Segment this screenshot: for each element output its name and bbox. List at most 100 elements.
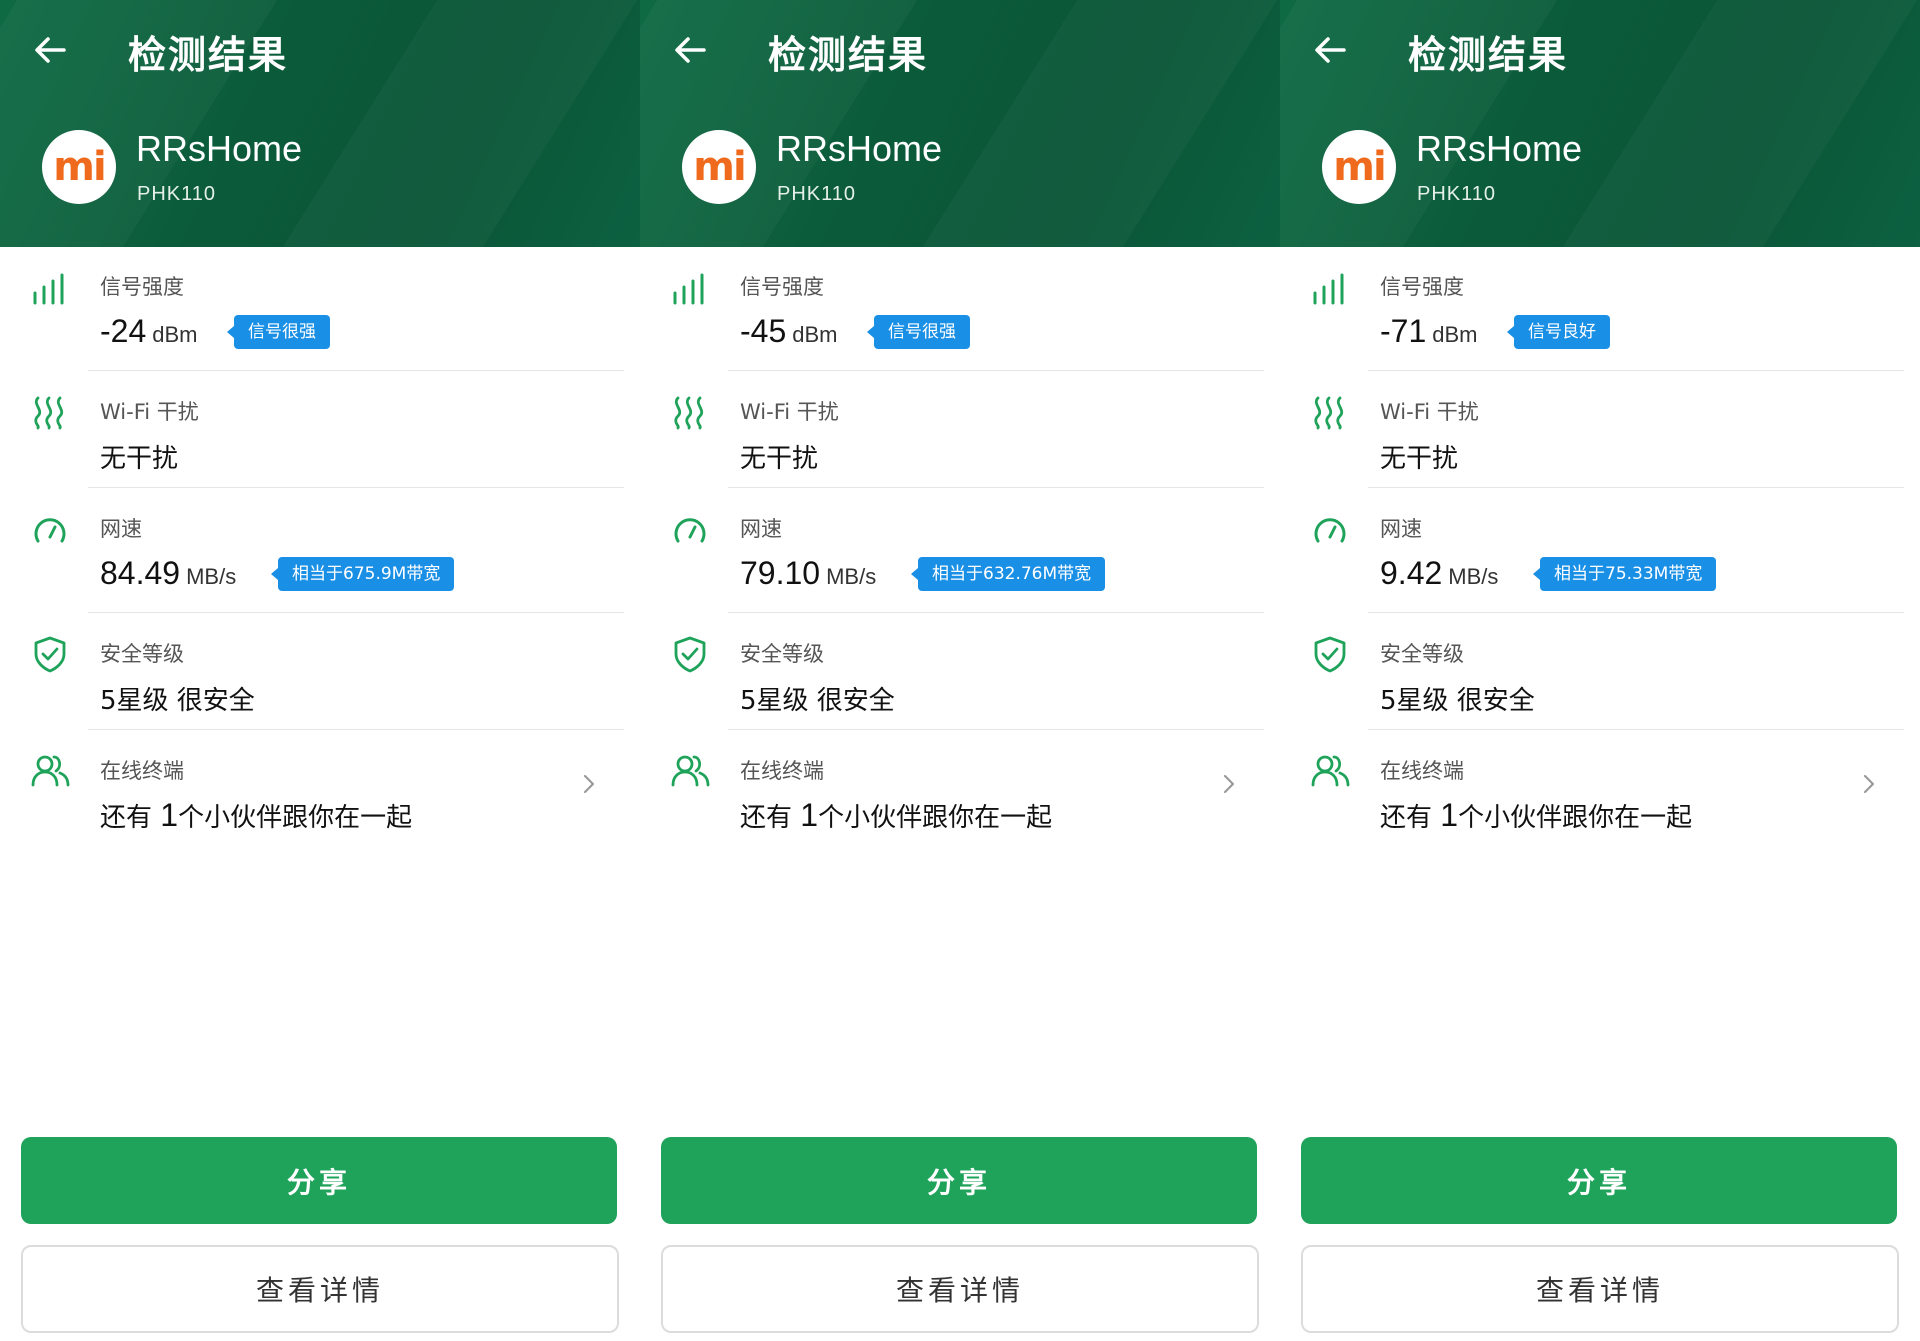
security-label: 安全等级	[100, 642, 184, 666]
signal-label: 信号强度	[740, 275, 824, 299]
back-arrow-icon[interactable]	[670, 30, 710, 70]
result-panel-1: 检测结果 mi RRsHome PHK110 信号强度 -24 dBm 信号很强 …	[0, 0, 640, 1341]
interference-row: Wi-Fi 干扰 无干扰	[640, 372, 1280, 488]
view-details-button[interactable]: 查看详情	[661, 1245, 1259, 1333]
signal-badge: 信号良好	[1507, 315, 1610, 349]
signal-badge: 信号很强	[867, 315, 970, 349]
terminals-label: 在线终端	[1380, 759, 1464, 783]
speed-badge: 相当于675.9M带宽	[270, 557, 455, 591]
security-row: 安全等级 5星级 很安全	[1280, 614, 1920, 730]
device-logo: mi	[682, 130, 756, 204]
security-label: 安全等级	[1380, 642, 1464, 666]
security-label: 安全等级	[740, 642, 824, 666]
device-model: PHK110	[1417, 183, 1497, 205]
device-name: RRsHome	[1416, 128, 1583, 169]
signal-row: 信号强度 -24 dBm 信号很强	[0, 247, 640, 371]
speed-label: 网速	[740, 517, 782, 541]
back-arrow-icon[interactable]	[30, 30, 70, 70]
shield-check-icon	[34, 636, 66, 673]
signal-value: -45 dBm	[740, 313, 838, 349]
speed-row: 网速 79.10 MB/s 相当于632.76M带宽	[640, 489, 1280, 613]
chevron-right-icon[interactable]	[580, 772, 598, 796]
device-model: PHK110	[137, 183, 217, 205]
signal-bars-icon	[33, 273, 64, 305]
interference-row: Wi-Fi 干扰 无干扰	[0, 372, 640, 488]
security-value: 5星级 很安全	[740, 686, 895, 716]
speed-badge: 相当于632.76M带宽	[910, 557, 1106, 591]
signal-bars-icon	[673, 273, 704, 305]
signal-label: 信号强度	[100, 275, 184, 299]
signal-row: 信号强度 -71 dBm 信号良好	[1280, 247, 1920, 371]
share-button[interactable]: 分享	[661, 1137, 1257, 1224]
signal-label: 信号强度	[1380, 275, 1464, 299]
terminals-value: 还有 1个小伙伴跟你在一起	[740, 797, 1053, 833]
shield-check-icon	[1314, 636, 1346, 673]
chevron-right-icon[interactable]	[1220, 772, 1238, 796]
security-row: 安全等级 5星级 很安全	[640, 614, 1280, 730]
back-arrow-icon[interactable]	[1310, 30, 1350, 70]
terminals-value: 还有 1个小伙伴跟你在一起	[1380, 797, 1693, 833]
mi-logo-text: mi	[693, 144, 746, 190]
speed-value: 79.10 MB/s	[740, 555, 877, 591]
header: 检测结果 mi RRsHome PHK110	[640, 0, 1280, 247]
wifi-interference-icon	[674, 396, 704, 430]
page-title: 检测结果	[128, 33, 289, 77]
signal-value: -71 dBm	[1380, 313, 1478, 349]
terminals-label: 在线终端	[100, 759, 184, 783]
view-details-button[interactable]: 查看详情	[1301, 1245, 1899, 1333]
security-value: 5星级 很安全	[1380, 686, 1535, 716]
speed-value: 9.42 MB/s	[1380, 555, 1499, 591]
signal-value: -24 dBm	[100, 313, 198, 349]
result-panel-3: 检测结果 mi RRsHome PHK110 信号强度 -71 dBm 信号良好 …	[1280, 0, 1920, 1341]
device-name: RRsHome	[776, 128, 943, 169]
terminals-row[interactable]: 在线终端 还有 1个小伙伴跟你在一起	[0, 731, 640, 855]
result-panel-2: 检测结果 mi RRsHome PHK110 信号强度 -45 dBm 信号很强 …	[640, 0, 1280, 1341]
speedometer-icon	[34, 518, 66, 543]
security-value: 5星级 很安全	[100, 686, 255, 716]
signal-bars-icon	[1313, 273, 1344, 305]
device-logo: mi	[1322, 130, 1396, 204]
device-model: PHK110	[777, 183, 857, 205]
users-icon	[31, 755, 70, 787]
interference-label: Wi-Fi 干扰	[100, 400, 199, 424]
speed-value: 84.49 MB/s	[100, 555, 237, 591]
signal-badge: 信号很强	[227, 315, 330, 349]
page-title: 检测结果	[768, 33, 929, 77]
terminals-row[interactable]: 在线终端 还有 1个小伙伴跟你在一起	[640, 731, 1280, 855]
view-details-button[interactable]: 查看详情	[21, 1245, 619, 1333]
interference-value: 无干扰	[100, 444, 179, 474]
speed-badge: 相当于75.33M带宽	[1532, 557, 1717, 591]
interference-value: 无干扰	[740, 444, 819, 474]
terminals-row[interactable]: 在线终端 还有 1个小伙伴跟你在一起	[1280, 731, 1920, 855]
device-name: RRsHome	[136, 128, 303, 169]
mi-logo-text: mi	[1333, 144, 1386, 190]
device-logo: mi	[42, 130, 116, 204]
terminals-value: 还有 1个小伙伴跟你在一起	[100, 797, 413, 833]
share-button[interactable]: 分享	[21, 1137, 617, 1224]
users-icon	[1311, 755, 1350, 787]
speed-row: 网速 9.42 MB/s 相当于75.33M带宽	[1280, 489, 1920, 613]
wifi-interference-icon	[1314, 396, 1344, 430]
header: 检测结果 mi RRsHome PHK110	[0, 0, 640, 247]
chevron-right-icon[interactable]	[1860, 772, 1878, 796]
speed-label: 网速	[100, 517, 142, 541]
interference-row: Wi-Fi 干扰 无干扰	[1280, 372, 1920, 488]
speed-label: 网速	[1380, 517, 1422, 541]
speed-row: 网速 84.49 MB/s 相当于675.9M带宽	[0, 489, 640, 613]
mi-logo-text: mi	[53, 144, 106, 190]
interference-value: 无干扰	[1380, 444, 1459, 474]
security-row: 安全等级 5星级 很安全	[0, 614, 640, 730]
speedometer-icon	[1314, 518, 1346, 543]
share-button[interactable]: 分享	[1301, 1137, 1897, 1224]
screenshot-comparison: 检测结果 mi RRsHome PHK110 信号强度 -24 dBm 信号很强 …	[0, 0, 1920, 1341]
page-title: 检测结果	[1408, 33, 1569, 77]
interference-label: Wi-Fi 干扰	[1380, 400, 1479, 424]
terminals-label: 在线终端	[740, 759, 824, 783]
header: 检测结果 mi RRsHome PHK110	[1280, 0, 1920, 247]
wifi-interference-icon	[34, 396, 64, 430]
shield-check-icon	[674, 636, 706, 673]
speedometer-icon	[674, 518, 706, 543]
interference-label: Wi-Fi 干扰	[740, 400, 839, 424]
signal-row: 信号强度 -45 dBm 信号很强	[640, 247, 1280, 371]
users-icon	[671, 755, 710, 787]
